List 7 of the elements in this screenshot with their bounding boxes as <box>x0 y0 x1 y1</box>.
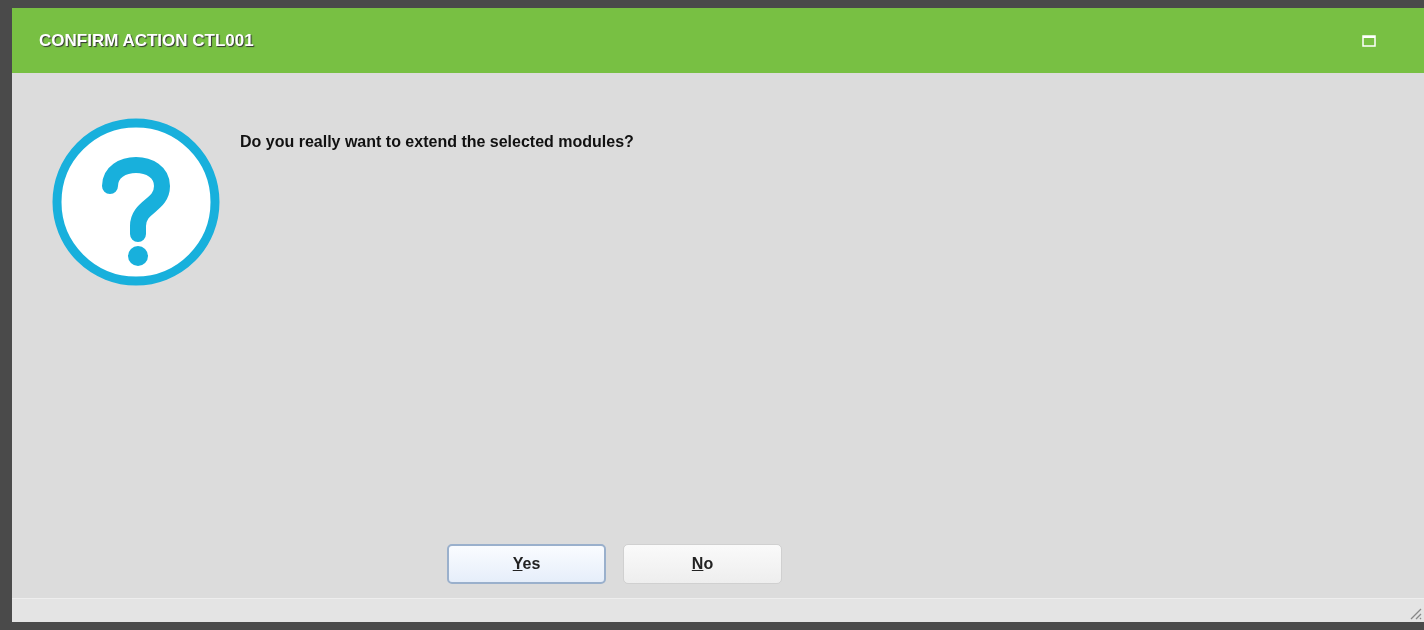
dialog-button[interactable]: Yes <box>447 544 606 584</box>
confirm-message: Do you really want to extend the selected modules? <box>240 132 634 152</box>
maximize-icon[interactable] <box>1362 34 1376 47</box>
window-title: CONFIRM ACTION CTL001 <box>39 29 254 52</box>
resize-grip-icon[interactable] <box>1408 606 1422 620</box>
dialog-button[interactable]: No <box>623 544 782 584</box>
question-icon <box>50 118 222 286</box>
